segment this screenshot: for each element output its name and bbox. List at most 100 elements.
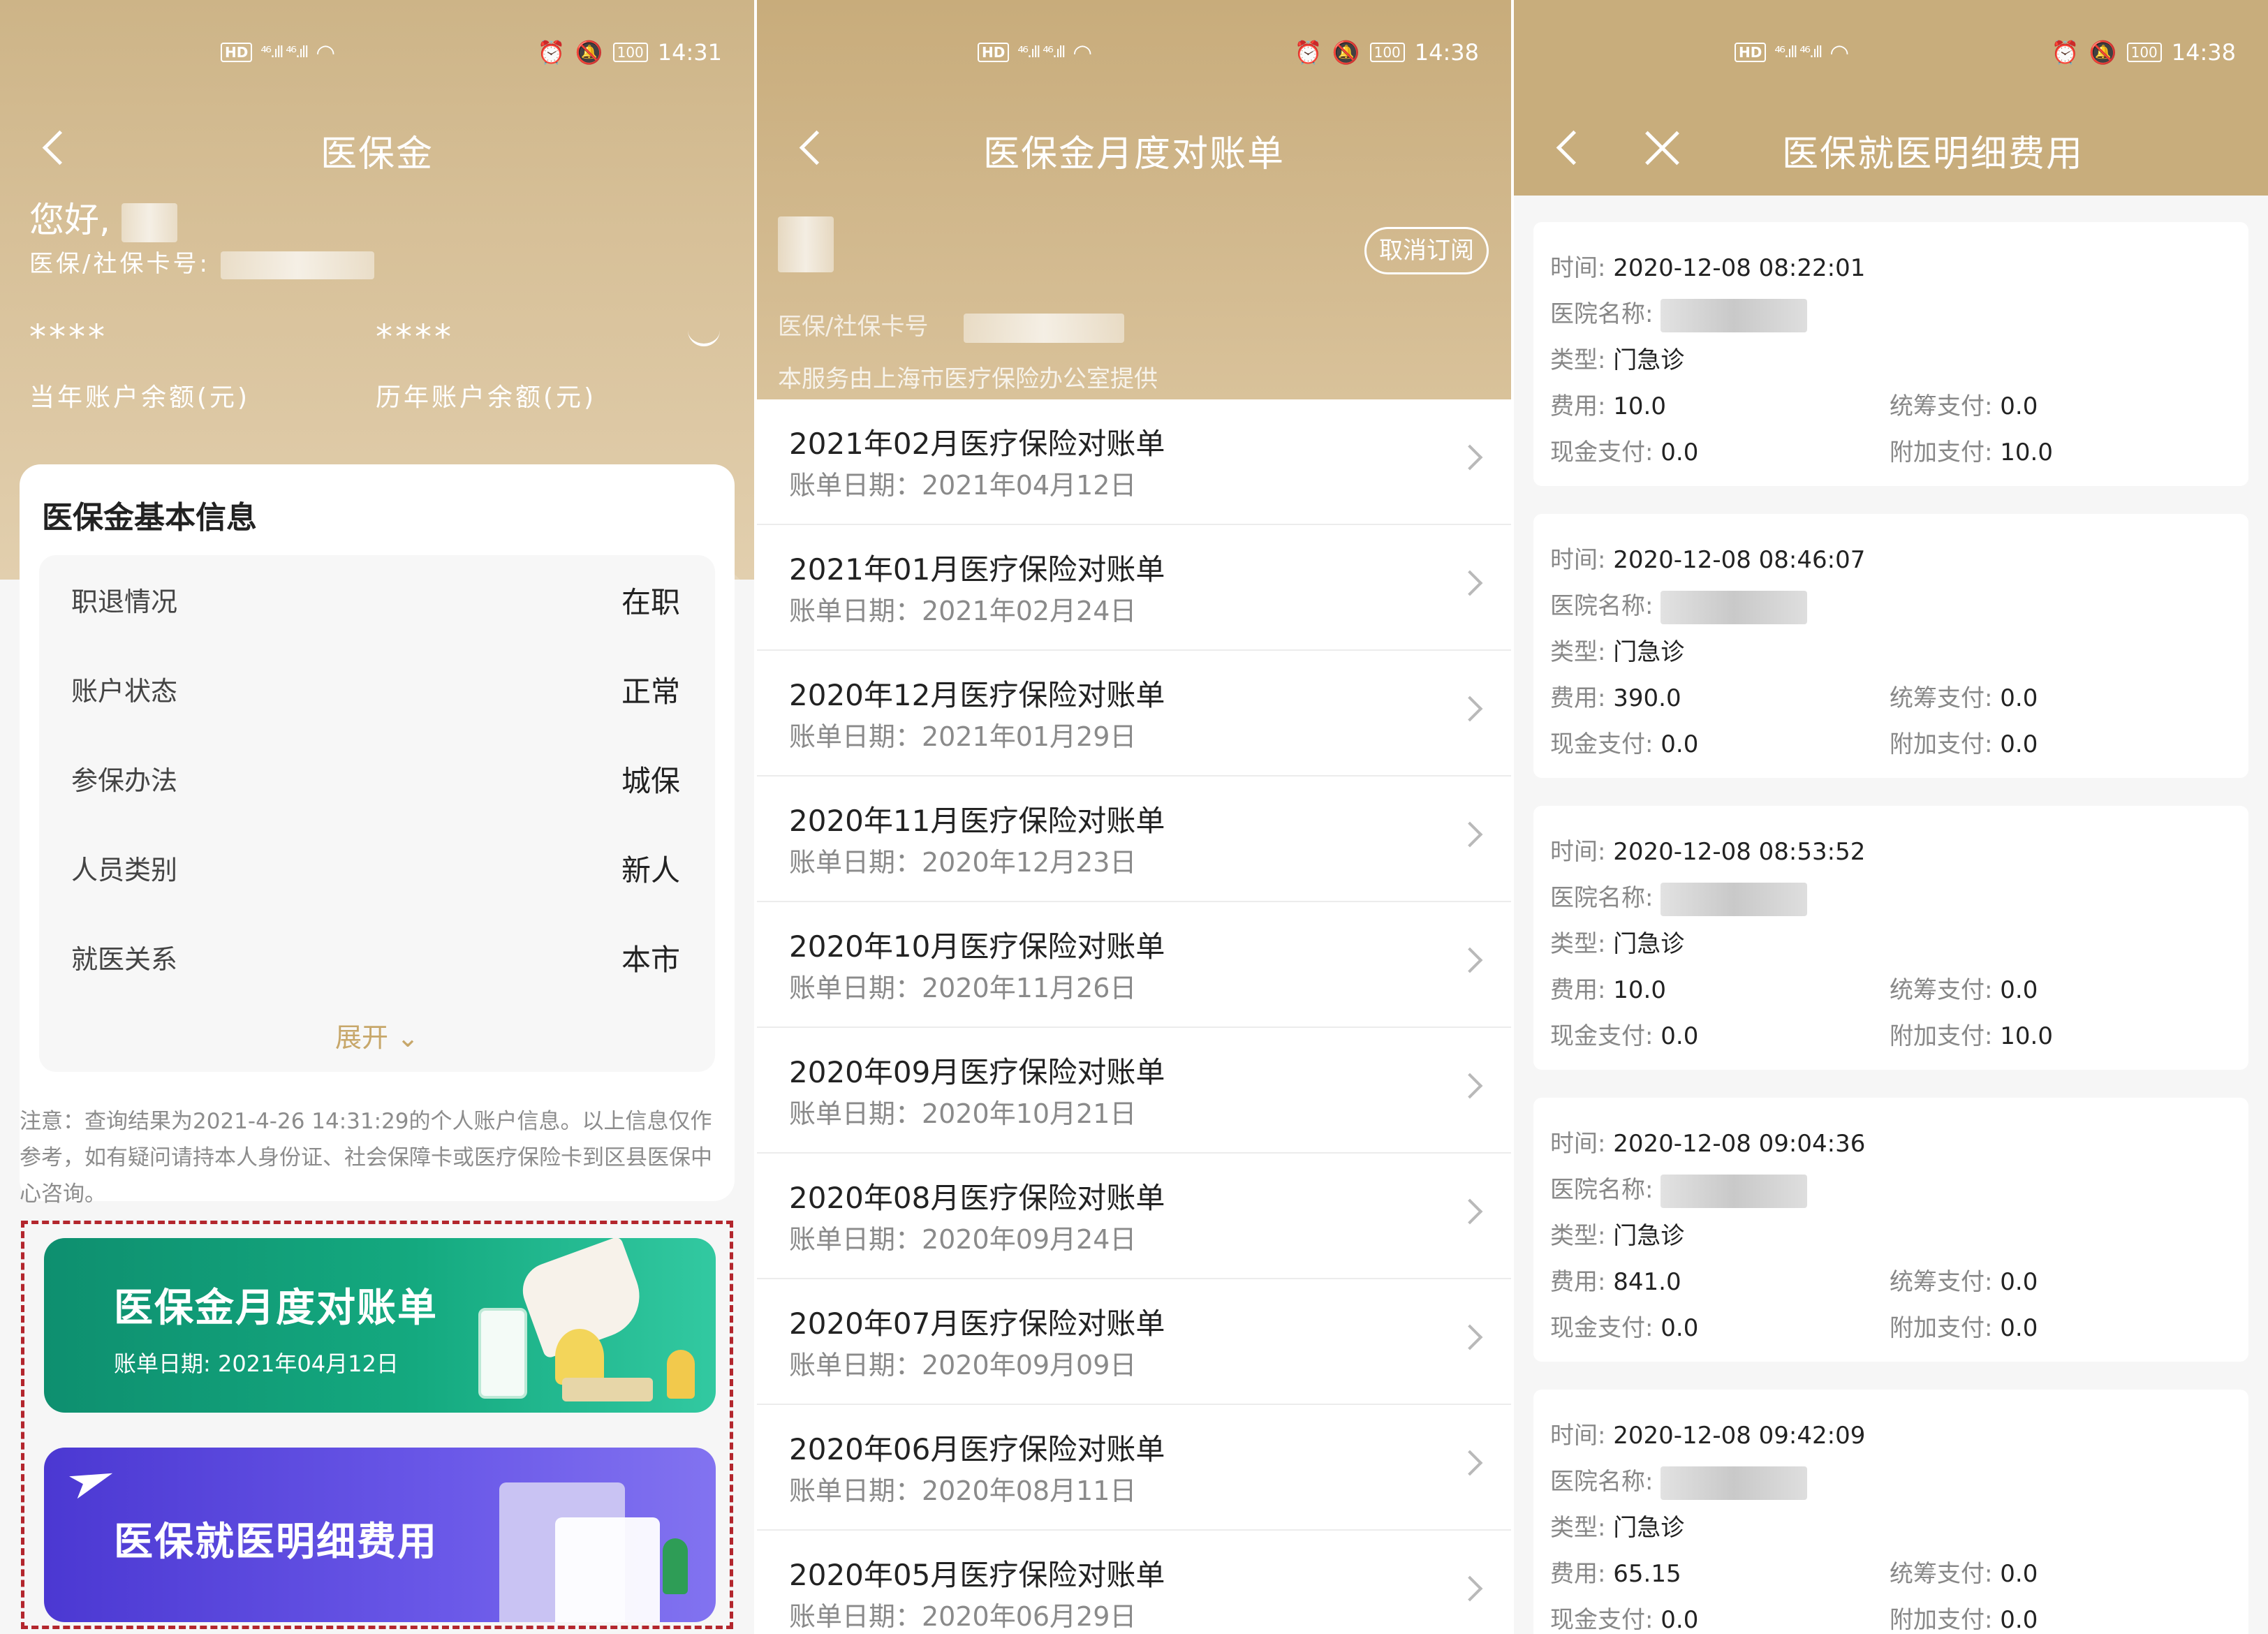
redacted-name xyxy=(121,203,177,242)
bill-title: 2020年06月医疗保险对账单 xyxy=(789,1432,1165,1466)
back-button[interactable] xyxy=(1542,122,1591,177)
cash-label: 现金支付: xyxy=(1550,730,1661,758)
info-value: 本市 xyxy=(621,943,680,977)
bill-list-item[interactable]: 2020年09月医疗保险对账单 账单日期：2020年10月21日 xyxy=(757,1028,1511,1154)
time-value: 2020-12-08 08:53:52 xyxy=(1613,838,1866,866)
pooled-value: 0.0 xyxy=(2000,392,2038,420)
time-value: 2020-12-08 08:22:01 xyxy=(1613,254,1866,282)
card-number: 医保/社保卡号: xyxy=(29,244,374,279)
bill-title: 2020年10月医疗保险对账单 xyxy=(789,929,1165,964)
hospital-label: 医院名称: xyxy=(1550,884,1661,912)
extra-value: 0.0 xyxy=(2000,1606,2038,1634)
battery-icon: 100 xyxy=(1369,43,1405,62)
time-label: 时间: xyxy=(1550,1422,1614,1450)
medical-expense-banner[interactable]: 医保就医明细费用 xyxy=(44,1448,716,1622)
type-label: 类型: xyxy=(1550,930,1614,958)
fee-label: 费用: xyxy=(1550,1268,1614,1296)
hospital-label: 医院名称: xyxy=(1550,300,1661,328)
battery-icon: 100 xyxy=(2126,43,2162,62)
history-balance-value: **** xyxy=(376,318,454,357)
bill-list-item[interactable]: 2020年07月医疗保险对账单 账单日期：2020年09月09日 xyxy=(757,1279,1511,1405)
expense-record-card: 时间: 2020-12-08 08:22:01 医院名称: 类型: 门急诊 费用… xyxy=(1533,222,2248,486)
chevron-right-icon xyxy=(1457,1450,1483,1476)
record-cash: 现金支付: 0.0 xyxy=(1550,1017,1698,1051)
record-fee: 费用: 390.0 xyxy=(1550,679,1681,713)
bill-list-item[interactable]: 2021年02月医疗保险对账单 账单日期：2021年04月12日 xyxy=(757,399,1511,525)
redacted-avatar xyxy=(778,216,834,272)
bill-title: 2020年11月医疗保险对账单 xyxy=(789,804,1165,838)
pooled-label: 统筹支付: xyxy=(1890,684,2001,712)
banner-title: 医保就医明细费用 xyxy=(114,1519,438,1565)
bill-list-item[interactable]: 2021年01月医疗保险对账单 账单日期：2021年02月24日 xyxy=(757,525,1511,651)
bill-list-item[interactable]: 2020年10月医疗保险对账单 账单日期：2020年11月26日 xyxy=(757,902,1511,1028)
bill-title: 2020年08月医疗保险对账单 xyxy=(789,1181,1165,1215)
expense-record-card: 时间: 2020-12-08 09:04:36 医院名称: 类型: 门急诊 费用… xyxy=(1533,1098,2248,1362)
bill-list-item[interactable]: 2020年11月医疗保险对账单 账单日期：2020年12月23日 xyxy=(757,776,1511,902)
info-row: 职退情况 在职 xyxy=(39,555,715,645)
record-time: 时间: 2020-12-08 08:53:52 xyxy=(1550,832,1865,867)
bill-list-item[interactable]: 2020年08月医疗保险对账单 账单日期：2020年09月24日 xyxy=(757,1154,1511,1279)
time-value: 2020-12-08 09:04:36 xyxy=(1613,1130,1866,1158)
time-value: 2020-12-08 09:42:09 xyxy=(1613,1422,1866,1450)
fee-label: 费用: xyxy=(1550,684,1614,712)
hide-balance-eye-icon[interactable] xyxy=(688,328,723,349)
monthly-statement-banner[interactable]: 医保金月度对账单 账单日期: 2021年04月12日 xyxy=(44,1238,716,1413)
hd-icon: HD xyxy=(978,43,1010,62)
pooled-label: 统筹支付: xyxy=(1890,392,2001,420)
info-value: 在职 xyxy=(621,585,680,619)
pooled-label: 统筹支付: xyxy=(1890,976,2001,1004)
record-cash: 现金支付: 0.0 xyxy=(1550,725,1698,759)
record-extra: 附加支付: 0.0 xyxy=(1890,1309,2038,1343)
bill-list-item[interactable]: 2020年06月医疗保险对账单 账单日期：2020年08月11日 xyxy=(757,1405,1511,1531)
extra-label: 附加支付: xyxy=(1890,1606,2001,1634)
fee-value: 65.15 xyxy=(1613,1560,1681,1588)
extra-label: 附加支付: xyxy=(1890,1022,2001,1050)
record-fee: 费用: 10.0 xyxy=(1550,387,1666,421)
info-row: 人员类别 新人 xyxy=(39,823,715,913)
bill-date: 账单日期：2020年08月11日 xyxy=(789,1475,1137,1506)
cash-value: 0.0 xyxy=(1660,1606,1699,1634)
extra-value: 10.0 xyxy=(2000,439,2053,466)
panel-medical-fund: HD ⁴⁶.ıll ⁴⁶.ıll ◠ ⏰ 🔕 100 14:31 医保金 您好,… xyxy=(0,0,754,1634)
phone-illustration xyxy=(478,1308,527,1399)
bill-date: 账单日期：2020年06月29日 xyxy=(789,1601,1137,1632)
expand-button[interactable]: 展开 ⌄ xyxy=(39,1016,715,1054)
mute-icon: 🔕 xyxy=(2089,39,2117,66)
bill-title: 2020年09月医疗保险对账单 xyxy=(789,1055,1165,1089)
hd-icon: HD xyxy=(1735,43,1767,62)
record-cash: 现金支付: 0.0 xyxy=(1550,1600,1698,1634)
bill-title: 2020年07月医疗保险对账单 xyxy=(789,1307,1165,1341)
record-hospital: 医院名称: xyxy=(1550,587,1808,624)
type-label: 类型: xyxy=(1550,1514,1614,1542)
redacted-hospital xyxy=(1660,590,1808,624)
pooled-value: 0.0 xyxy=(2000,684,2038,712)
bill-title: 2021年02月医疗保险对账单 xyxy=(789,427,1165,461)
unsubscribe-button[interactable]: 取消订阅 xyxy=(1364,227,1489,274)
mute-icon: 🔕 xyxy=(1332,39,1360,66)
record-type: 类型: 门急诊 xyxy=(1550,925,1684,959)
record-type: 类型: 门急诊 xyxy=(1550,633,1684,667)
redacted-card-number xyxy=(220,251,374,279)
card-number-label: 医保/社保卡号 xyxy=(778,313,929,341)
fee-label: 费用: xyxy=(1550,976,1614,1004)
bill-list-item[interactable]: 2020年05月医疗保险对账单 账单日期：2020年06月29日 xyxy=(757,1531,1511,1634)
panel-monthly-statement: HD ⁴⁶.ıll ⁴⁶.ıll ◠ ⏰ 🔕 100 14:38 医保金月度对账… xyxy=(757,0,1511,1634)
bill-date: 账单日期：2020年09月09日 xyxy=(789,1350,1137,1381)
status-bar: HD ⁴⁶.ıll ⁴⁶.ıll ◠ ⏰ 🔕 100 14:38 xyxy=(757,0,1511,105)
chevron-right-icon xyxy=(1457,1073,1483,1099)
record-type: 类型: 门急诊 xyxy=(1550,341,1684,375)
type-value: 门急诊 xyxy=(1613,346,1685,374)
fee-label: 费用: xyxy=(1550,392,1614,420)
bill-list-item[interactable]: 2020年12月医疗保险对账单 账单日期：2021年01月29日 xyxy=(757,651,1511,776)
clock: 14:31 xyxy=(657,39,722,66)
redacted-hospital xyxy=(1660,298,1808,332)
time-value: 2020-12-08 08:46:07 xyxy=(1613,546,1866,574)
record-type: 类型: 门急诊 xyxy=(1550,1216,1684,1251)
bill-date: 账单日期：2020年12月23日 xyxy=(789,847,1137,878)
bill-title: 2021年01月医疗保险对账单 xyxy=(789,552,1165,587)
bill-date: 账单日期：2020年10月21日 xyxy=(789,1098,1137,1129)
info-label: 账户状态 xyxy=(71,676,178,707)
current-balance-label: 当年账户余额(元) xyxy=(29,383,251,412)
record-hospital: 医院名称: xyxy=(1550,295,1808,332)
cash-label: 现金支付: xyxy=(1550,1314,1661,1342)
